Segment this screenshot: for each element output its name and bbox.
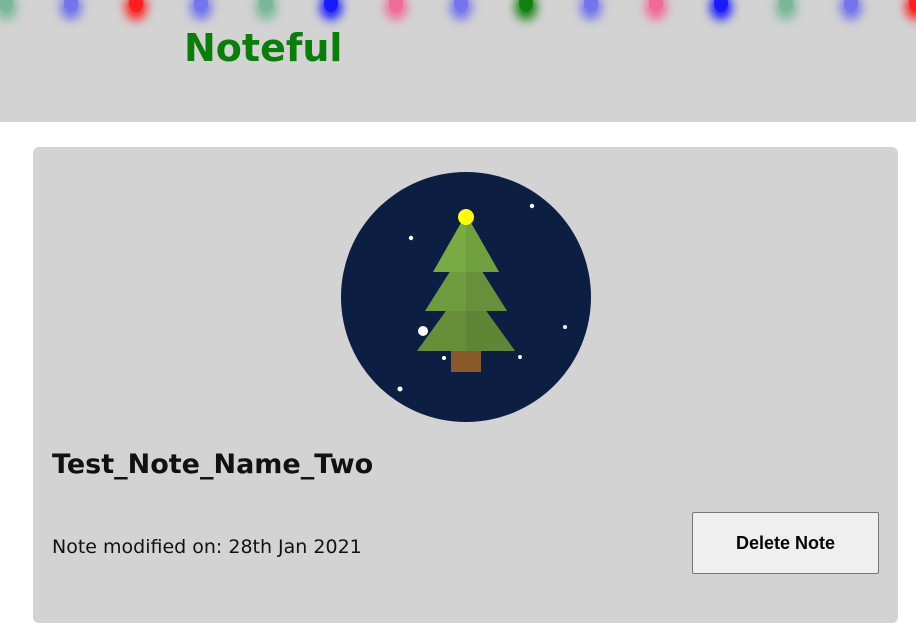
light-bulb bbox=[909, 0, 916, 12]
note-card: Test_Note_Name_Two Note modified on: 28t… bbox=[33, 147, 898, 623]
light-bulb bbox=[519, 0, 533, 12]
light-bulb bbox=[844, 0, 858, 12]
light-bulb bbox=[454, 0, 468, 12]
string-lights-decoration bbox=[0, 0, 916, 40]
light-bulb bbox=[779, 0, 793, 12]
tree-star bbox=[458, 209, 474, 225]
light-bulb bbox=[0, 0, 13, 12]
light-bulb bbox=[259, 0, 273, 12]
christmas-tree-icon bbox=[341, 172, 591, 422]
app-title[interactable]: Noteful bbox=[184, 26, 342, 70]
note-title[interactable]: Test_Note_Name_Two bbox=[52, 449, 373, 480]
light-bulb bbox=[129, 0, 143, 12]
tree-trunk bbox=[451, 348, 481, 372]
light-bulb bbox=[714, 0, 728, 12]
note-modified-date: Note modified on: 28th Jan 2021 bbox=[52, 536, 362, 558]
light-bulb bbox=[649, 0, 663, 12]
light-bulb bbox=[389, 0, 403, 12]
light-bulb bbox=[194, 0, 208, 12]
light-bulb bbox=[584, 0, 598, 12]
app-header: Noteful bbox=[0, 0, 916, 122]
delete-note-button[interactable]: Delete Note bbox=[692, 512, 879, 574]
light-bulb bbox=[64, 0, 78, 12]
light-bulb bbox=[324, 0, 338, 12]
